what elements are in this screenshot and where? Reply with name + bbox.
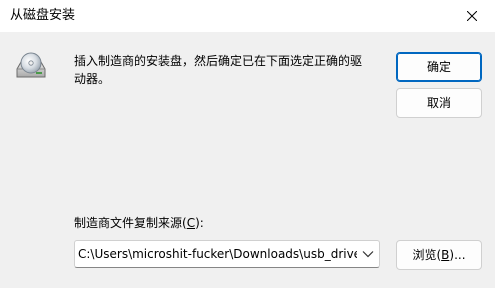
ok-button[interactable]: 确定 <box>396 52 482 82</box>
disk-drive-icon <box>14 50 48 84</box>
source-path-combobox[interactable]: C:\Users\microshit-fucker\Downloads\usb_… <box>74 240 380 268</box>
chevron-down-icon[interactable] <box>362 250 374 258</box>
install-from-disk-dialog: 从磁盘安装 插入制造商的安装盘，然后确定已在下面选定正确的驱动器。 确定 取消 … <box>0 0 495 288</box>
instruction-text: 插入制造商的安装盘，然后确定已在下面选定正确的驱动器。 <box>74 54 363 86</box>
window-title: 从磁盘安装 <box>10 8 76 23</box>
cancel-button[interactable]: 取消 <box>396 88 482 118</box>
source-label: 制造商文件复制来源(C): <box>74 215 204 231</box>
source-path-input[interactable]: C:\Users\microshit-fucker\Downloads\usb_… <box>78 241 357 267</box>
browse-label-suffix: )... <box>449 248 466 262</box>
browse-button[interactable]: 浏览(B)... <box>396 240 482 270</box>
browse-label-prefix: 浏览( <box>412 248 442 262</box>
title-bar[interactable]: 从磁盘安装 <box>0 0 495 32</box>
close-icon <box>467 11 477 21</box>
source-label-prefix: 制造商文件复制来源( <box>74 216 187 230</box>
close-button[interactable] <box>449 0 495 32</box>
source-label-suffix: ): <box>195 216 204 230</box>
source-label-accesskey: C <box>186 216 196 230</box>
